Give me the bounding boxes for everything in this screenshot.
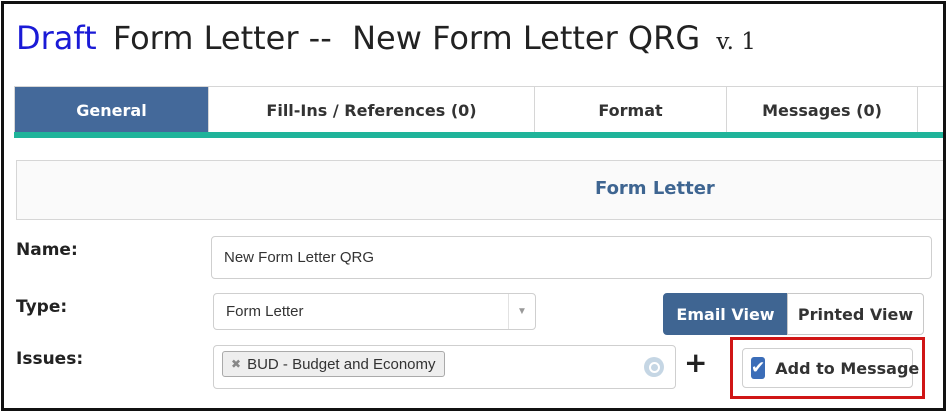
tab-fill-ins-references[interactable]: Fill-Ins / References (0) — [209, 87, 535, 133]
name-input[interactable]: New Form Letter QRG — [211, 236, 932, 279]
printed-view-button[interactable]: Printed View — [787, 293, 924, 335]
name-label: Name: — [16, 240, 78, 260]
form-letter-window: Draft Form Letter -- New Form Letter QRG… — [1, 1, 946, 411]
search-icon[interactable] — [644, 357, 664, 377]
add-to-message-highlight: ✔ Add to Message — [730, 337, 925, 399]
section-title: Form Letter — [595, 178, 715, 199]
remove-tag-icon[interactable]: ✖ — [231, 357, 241, 371]
issue-tag: ✖ BUD - Budget and Economy — [222, 351, 445, 377]
tab-bar: General Fill-Ins / References (0) Format… — [14, 86, 943, 133]
tab-underline — [14, 132, 943, 138]
form-letter-title: Form Letter -- New Form Letter QRG — [112, 19, 701, 57]
type-label: Type: — [16, 297, 68, 317]
page-title: Draft Form Letter -- New Form Letter QRG… — [16, 18, 756, 62]
add-issue-icon[interactable]: + — [684, 346, 707, 379]
section-header: Form Letter — [16, 160, 943, 220]
version-label: v. 1 — [716, 29, 756, 55]
draft-status: Draft — [16, 19, 97, 57]
issue-tag-label: BUD - Budget and Economy — [247, 355, 436, 373]
email-view-button[interactable]: Email View — [663, 293, 788, 335]
issues-label: Issues: — [16, 349, 84, 369]
type-select[interactable]: Form Letter ▼ — [213, 293, 536, 330]
tab-general[interactable]: General — [15, 87, 209, 133]
type-value: Form Letter — [226, 303, 304, 320]
add-to-message-label: Add to Message — [775, 358, 920, 378]
add-to-message-button[interactable]: ✔ Add to Message — [742, 348, 919, 388]
chevron-down-icon[interactable]: ▼ — [508, 294, 535, 329]
checkbox-checked-icon[interactable]: ✔ — [751, 357, 766, 379]
name-value: New Form Letter QRG — [224, 249, 375, 266]
tab-messages[interactable]: Messages (0) — [727, 87, 918, 133]
tab-format[interactable]: Format — [535, 87, 727, 133]
